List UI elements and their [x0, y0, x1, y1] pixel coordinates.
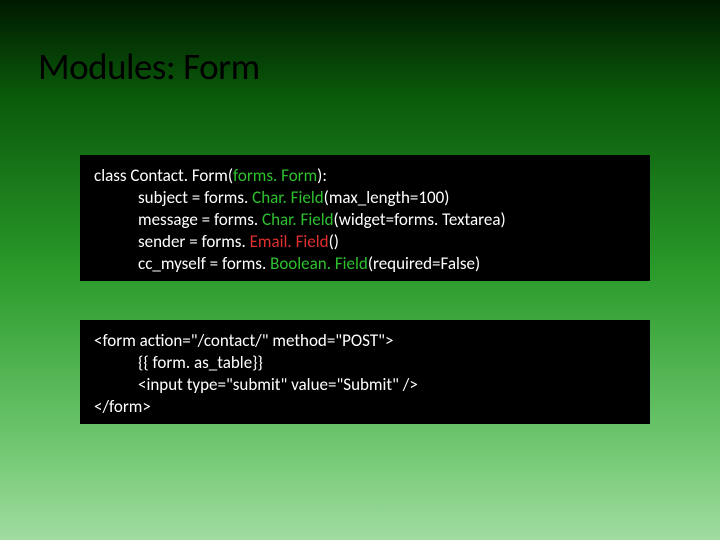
code-line: subject = forms. Char. Field(max_length=…: [94, 187, 636, 209]
code-block-html: <form action="/contact/" method="POST"> …: [80, 320, 650, 424]
code-type: Char. Field: [262, 209, 334, 230]
code-text: cc_myself = forms.: [138, 253, 270, 274]
code-type: Email. Field: [250, 231, 329, 252]
code-line: {{ form. as_table}}: [94, 352, 636, 374]
code-line: sender = forms. Email. Field(): [94, 231, 636, 253]
code-text: subject = forms.: [138, 187, 252, 208]
code-line: cc_myself = forms. Boolean. Field(requir…: [94, 253, 636, 275]
code-line: <form action="/contact/" method="POST">: [94, 330, 636, 352]
code-text: (widget=forms. Textarea): [334, 209, 506, 230]
code-type: Boolean. Field: [270, 253, 368, 274]
code-text: (required=False): [368, 253, 480, 274]
code-text: sender = forms.: [138, 231, 250, 252]
code-text: message = forms.: [138, 209, 262, 230]
code-line: <input type="submit" value="Submit" />: [94, 374, 636, 396]
code-text: (max_length=100): [324, 187, 450, 208]
code-type: Char. Field: [252, 187, 324, 208]
code-line: message = forms. Char. Field(widget=form…: [94, 209, 636, 231]
code-text: (): [329, 231, 339, 252]
code-block-python: class Contact. Form(forms. Form): subjec…: [80, 155, 650, 281]
code-line: </form>: [94, 396, 636, 418]
code-type: forms. Form: [233, 165, 317, 186]
code-text: ):: [317, 165, 327, 186]
keyword-class: class: [94, 165, 127, 186]
slide-title: Modules: Form: [38, 44, 260, 89]
code-line: class Contact. Form(forms. Form):: [94, 165, 636, 187]
code-text: Contact. Form(: [127, 165, 234, 186]
